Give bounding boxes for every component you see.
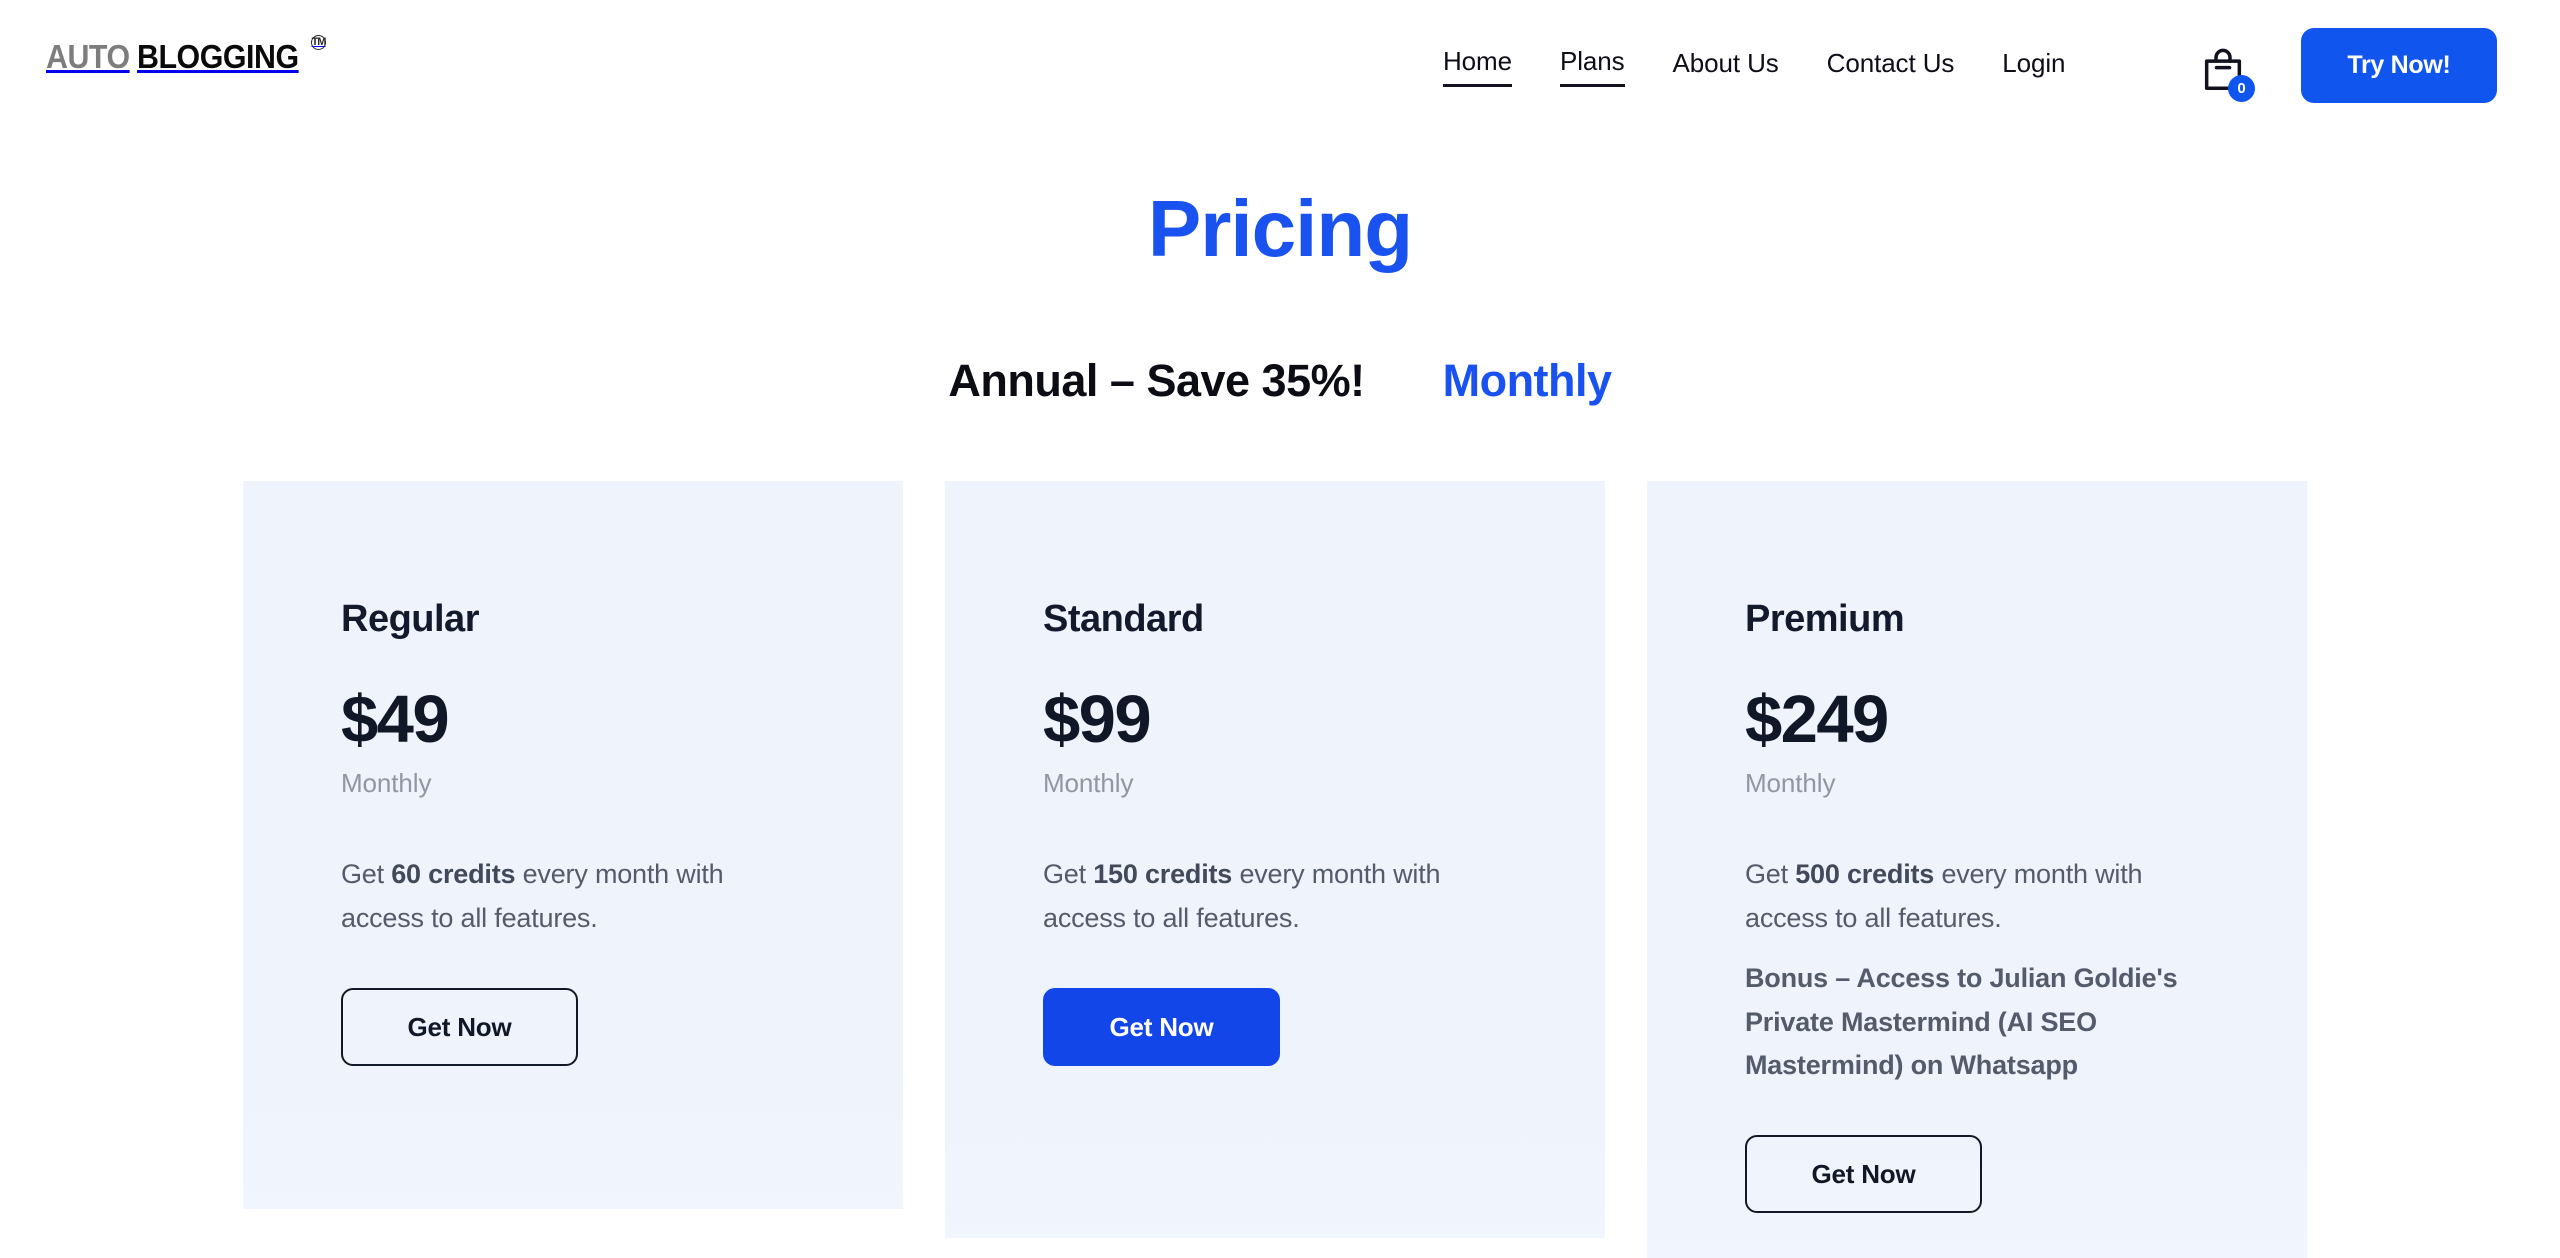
nav-item-login[interactable]: Login <box>2002 48 2065 86</box>
logo-text-blogging: BLOGGING <box>136 38 299 75</box>
plan-desc-pre: Get <box>1745 859 1796 890</box>
plan-name: Premium <box>1745 598 1905 640</box>
trademark-icon: TM <box>310 35 326 50</box>
plan-period: Monthly <box>341 768 432 799</box>
get-now-button-regular[interactable]: Get Now <box>341 987 578 1066</box>
plan-cta-wrap: Get Now <box>1745 1088 2209 1214</box>
plan-description: Get 150 credits every month with access … <box>1043 853 1507 940</box>
pricing-card-regular[interactable]: Regular $49 Monthly Get 60 credits every… <box>243 481 903 1209</box>
plan-cta-wrap: Get Now <box>341 941 805 1066</box>
nav-item-plans[interactable]: Plans <box>1559 46 1625 87</box>
logo-text-auto: AUTO <box>46 38 130 75</box>
plan-period: Monthly <box>1745 768 1836 799</box>
plan-price: $249 <box>1745 682 1889 757</box>
plan-bonus-text: Bonus – Access to Julian Goldie's Privat… <box>1745 962 2178 1081</box>
plan-cta-wrap: Get Now <box>1043 941 1507 1066</box>
logo[interactable]: AUTO BLOGGING TM <box>46 35 326 76</box>
get-now-button-premium[interactable]: Get Now <box>1745 1135 1982 1214</box>
nav-item-contact-us[interactable]: Contact Us <box>1827 48 1955 86</box>
get-now-button-standard[interactable]: Get Now <box>1043 987 1280 1066</box>
plan-name: Regular <box>341 598 479 640</box>
plan-description: Get 500 credits every month with access … <box>1745 853 2209 940</box>
cart-count-badge: 0 <box>2228 75 2255 102</box>
cart-button[interactable]: 0 <box>2195 42 2255 102</box>
pricing-cards: Regular $49 Monthly Get 60 credits every… <box>0 481 2560 1258</box>
toggle-option-annual[interactable]: Annual – Save 35%! <box>948 355 1365 407</box>
plan-price: $99 <box>1043 682 1152 757</box>
plan-price: $49 <box>341 682 450 757</box>
plan-name: Standard <box>1043 598 1204 640</box>
billing-period-toggle: Annual – Save 35%! Monthly <box>0 355 2560 407</box>
pricing-card-standard[interactable]: Standard $99 Monthly Get 150 credits eve… <box>945 481 1605 1238</box>
plan-desc-pre: Get <box>1043 859 1094 890</box>
toggle-option-monthly[interactable]: Monthly <box>1443 355 1612 407</box>
nav-item-about-us[interactable]: About Us <box>1673 48 1779 86</box>
pricing-card-premium[interactable]: Premium $249 Monthly Get 500 credits eve… <box>1647 481 2307 1258</box>
plan-desc-credits: 60 credits <box>391 859 516 890</box>
plan-desc-credits: 500 credits <box>1795 859 1935 890</box>
plan-description: Get 60 credits every month with access t… <box>341 853 805 940</box>
plan-desc-pre: Get <box>341 859 392 890</box>
site-header: AUTO BLOGGING TM Home Plans About Us Con… <box>0 0 2560 116</box>
plan-period: Monthly <box>1043 768 1134 799</box>
page-title: Pricing <box>1147 184 1413 273</box>
nav-item-home[interactable]: Home <box>1443 46 1512 87</box>
try-now-button[interactable]: Try Now! <box>2301 28 2497 103</box>
main-navigation: Home Plans About Us Contact Us Login <box>1443 46 2066 87</box>
plan-desc-credits: 150 credits <box>1093 859 1233 890</box>
